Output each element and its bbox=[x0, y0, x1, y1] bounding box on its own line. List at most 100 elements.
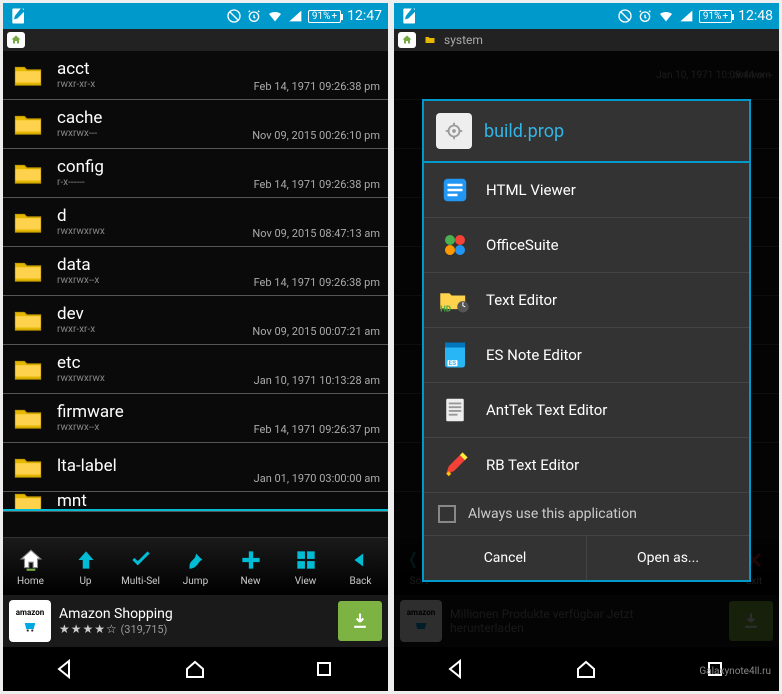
app-option-3[interactable]: ES ES Note Editor bbox=[424, 328, 749, 383]
status-bar: 91%+ 12:47 bbox=[3, 3, 388, 29]
no-disturb-icon bbox=[226, 8, 242, 24]
file-name: config bbox=[57, 158, 382, 177]
folder-icon bbox=[9, 109, 47, 139]
back-icon bbox=[347, 546, 375, 574]
file-name: dev bbox=[57, 305, 382, 324]
view-icon bbox=[292, 546, 320, 574]
checkbox-icon[interactable] bbox=[438, 505, 456, 523]
tool-jump[interactable]: Jump bbox=[171, 546, 221, 587]
file-date: Jan 01, 1970 03:00:00 am bbox=[254, 472, 380, 485]
wifi-icon bbox=[266, 8, 284, 24]
app-name: Text Editor bbox=[486, 291, 557, 309]
app-name: HTML Viewer bbox=[486, 181, 576, 199]
tool-new[interactable]: New bbox=[226, 546, 276, 587]
file-date: Nov 09, 2015 08:47:13 am bbox=[252, 227, 380, 240]
open-as-button[interactable]: Open as... bbox=[587, 536, 749, 580]
dialog-title: build.prop bbox=[484, 121, 564, 142]
clock: 12:47 bbox=[347, 8, 382, 24]
app-icon: ES bbox=[438, 338, 472, 372]
file-row-data[interactable]: data rwxrwx--x Feb 14, 1971 09:26:38 pm bbox=[3, 247, 388, 296]
app-icon: HD bbox=[438, 283, 472, 317]
folder-icon bbox=[9, 207, 47, 237]
app-name: OfficeSuite bbox=[486, 236, 559, 254]
app-option-5[interactable]: RB Text Editor bbox=[424, 438, 749, 492]
notepad-icon bbox=[9, 6, 29, 26]
file-date: Feb 14, 1971 09:26:38 pm bbox=[254, 80, 380, 93]
file-date: Jan 10, 1971 10:13:28 am bbox=[254, 374, 380, 387]
file-row-cache[interactable]: cache rwxrwx--- Nov 09, 2015 00:26:10 pm bbox=[3, 100, 388, 149]
nav-recent-icon[interactable] bbox=[312, 657, 336, 681]
file-name: acct bbox=[57, 60, 382, 79]
folder-icon bbox=[422, 34, 438, 46]
download-button[interactable] bbox=[338, 601, 382, 641]
file-name: data bbox=[57, 256, 382, 275]
breadcrumb[interactable] bbox=[3, 29, 388, 51]
nav-back-icon[interactable] bbox=[55, 657, 79, 681]
multi-icon bbox=[127, 546, 155, 574]
ad-banner[interactable]: amazon Amazon Shopping ★★★★☆ (319,715) bbox=[3, 595, 388, 647]
alarm-icon bbox=[246, 8, 262, 24]
file-name: firmware bbox=[57, 403, 382, 422]
folder-icon bbox=[9, 305, 47, 335]
app-option-0[interactable]: HTML Viewer bbox=[424, 163, 749, 218]
svg-text:HD: HD bbox=[440, 304, 451, 313]
dialog-header: build.prop bbox=[424, 101, 749, 163]
app-icon bbox=[438, 173, 472, 207]
file-row-etc[interactable]: etc rwxrwxrwx Jan 10, 1971 10:13:28 am bbox=[3, 345, 388, 394]
phone-left: 91%+ 12:47 acct rwxr-xr-x Feb 14, 1971 0… bbox=[3, 3, 388, 691]
file-icon bbox=[436, 113, 472, 149]
breadcrumb-folder[interactable]: system bbox=[444, 33, 483, 47]
amazon-app-icon: amazon bbox=[9, 600, 51, 642]
folder-icon bbox=[9, 403, 47, 433]
status-bar: 91%+ 12:48 bbox=[394, 3, 779, 29]
app-option-4[interactable]: AntTek Text Editor bbox=[424, 383, 749, 438]
cancel-button[interactable]: Cancel bbox=[424, 536, 587, 580]
folder-icon bbox=[9, 60, 47, 90]
file-date: Nov 09, 2015 00:07:21 am bbox=[252, 325, 380, 338]
folder-icon bbox=[9, 256, 47, 286]
battery-icon: 91%+ bbox=[699, 10, 732, 23]
file-name: d bbox=[57, 207, 382, 226]
open-with-dialog: build.prop HTML Viewer OfficeSuite HD Text … bbox=[422, 99, 751, 582]
app-option-2[interactable]: HD Text Editor bbox=[424, 273, 749, 328]
file-row-config[interactable]: config r-x------ Feb 14, 1971 09:26:38 p… bbox=[3, 149, 388, 198]
jump-icon bbox=[182, 546, 210, 574]
file-row-d[interactable]: d rwxrwxrwx Nov 09, 2015 08:47:13 am bbox=[3, 198, 388, 247]
tool-home[interactable]: Home bbox=[6, 546, 56, 587]
file-row-lta-label[interactable]: lta-label Jan 01, 1970 03:00:00 am bbox=[3, 443, 388, 492]
file-row-acct[interactable]: acct rwxr-xr-x Feb 14, 1971 09:26:38 pm bbox=[3, 51, 388, 100]
no-disturb-icon bbox=[617, 8, 633, 24]
breadcrumb[interactable]: system bbox=[394, 29, 779, 51]
always-use-checkbox[interactable]: Always use this application bbox=[424, 492, 749, 535]
app-name: RB Text Editor bbox=[486, 456, 579, 474]
nav-home-icon[interactable] bbox=[574, 657, 598, 681]
tool-up[interactable]: Up bbox=[61, 546, 111, 587]
nav-back-icon[interactable] bbox=[446, 657, 470, 681]
file-name: cache bbox=[57, 109, 382, 128]
android-nav-bar bbox=[3, 647, 388, 691]
file-row-mnt[interactable]: mnt bbox=[3, 492, 388, 512]
file-list[interactable]: acct rwxr-xr-x Feb 14, 1971 09:26:38 pm … bbox=[3, 51, 388, 537]
home-chip[interactable] bbox=[7, 32, 25, 48]
nav-home-icon[interactable] bbox=[183, 657, 207, 681]
file-date: Nov 09, 2015 00:26:10 pm bbox=[252, 129, 380, 142]
home-icon bbox=[17, 546, 45, 574]
alarm-icon bbox=[637, 8, 653, 24]
clock: 12:48 bbox=[738, 8, 773, 24]
folder-icon bbox=[9, 452, 47, 482]
app-name: ES Note Editor bbox=[486, 346, 582, 364]
signal-icon bbox=[288, 8, 304, 24]
home-chip[interactable] bbox=[398, 32, 416, 48]
signal-icon bbox=[679, 8, 695, 24]
tool-multi[interactable]: Multi-Sel bbox=[116, 546, 166, 587]
battery-icon: 91%+ bbox=[308, 10, 341, 23]
tool-back[interactable]: Back bbox=[336, 546, 386, 587]
app-option-1[interactable]: OfficeSuite bbox=[424, 218, 749, 273]
file-row-firmware[interactable]: firmware rwxrwx--x Feb 14, 1971 09:26:37… bbox=[3, 394, 388, 443]
tool-view[interactable]: View bbox=[281, 546, 331, 587]
file-row-dev[interactable]: dev rwxr-xr-x Nov 09, 2015 00:07:21 am bbox=[3, 296, 388, 345]
folder-icon bbox=[9, 354, 47, 384]
phone-right: 91%+ 12:48 system rwxrwx---Jan 10, 1971 … bbox=[394, 3, 779, 691]
app-icon bbox=[438, 448, 472, 482]
wifi-icon bbox=[657, 8, 675, 24]
